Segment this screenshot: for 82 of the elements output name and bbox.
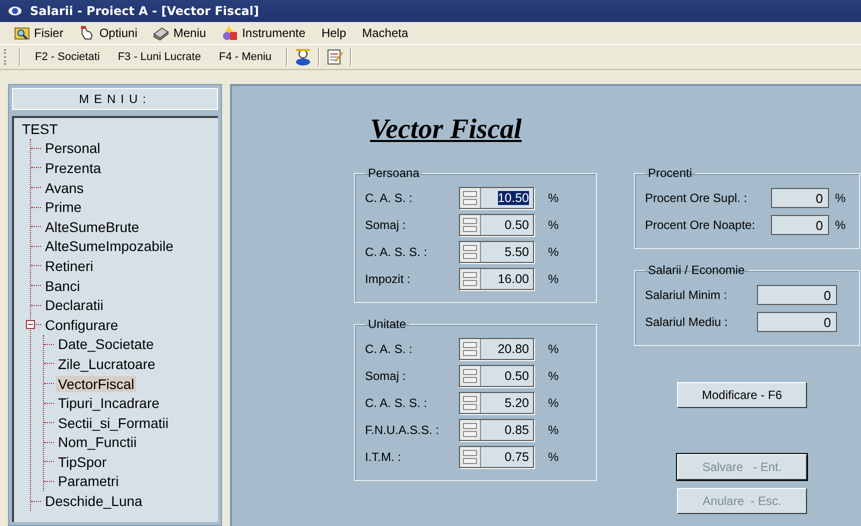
tree-item[interactable]: Declaratii bbox=[43, 297, 106, 314]
spin-field[interactable]: 16.00 bbox=[459, 268, 534, 290]
field-label: C. A. S. S. : bbox=[365, 396, 428, 410]
spin-field[interactable]: 5.50 bbox=[459, 240, 534, 262]
field-label: C. A. S. : bbox=[365, 190, 414, 204]
field-label: Somaj : bbox=[365, 218, 407, 232]
tree-item[interactable]: Zile_Lucratoare bbox=[56, 356, 158, 372]
toolbar-button[interactable]: F3 - Luni Lucrate bbox=[110, 49, 209, 65]
group-title: Persoana bbox=[367, 166, 420, 180]
unit-label: % bbox=[548, 342, 559, 356]
book-icon bbox=[153, 25, 170, 41]
tree-item[interactable]: Deschide_Luna bbox=[43, 493, 144, 510]
unit-label: % bbox=[835, 190, 846, 204]
field-label: C. A. S. : bbox=[365, 342, 414, 356]
tree-item[interactable]: Banci bbox=[43, 278, 82, 294]
tree-item[interactable]: Date_Societate bbox=[56, 336, 156, 352]
group-title: Procenti bbox=[647, 166, 694, 180]
unit-label: % bbox=[548, 450, 559, 464]
field-label: Impozit : bbox=[365, 272, 412, 286]
action-button[interactable]: Modificare - F6 bbox=[677, 382, 807, 408]
folder-magnifier-icon bbox=[14, 25, 30, 41]
spin-field[interactable]: 0.75 bbox=[459, 446, 534, 468]
tree-item[interactable]: TipSpor bbox=[56, 454, 109, 470]
unit-label: % bbox=[548, 190, 559, 204]
shapes-icon bbox=[222, 25, 238, 41]
tree-item[interactable]: Nom_Functii bbox=[56, 434, 139, 450]
tree-item[interactable]: Tipuri_Incadrare bbox=[56, 395, 162, 412]
field-label: Procent Ore Noapte: bbox=[645, 218, 756, 232]
spin-field[interactable]: 5.20 bbox=[459, 392, 534, 414]
sidebar-title: MENIU: bbox=[12, 88, 218, 110]
tree-root[interactable]: TEST bbox=[20, 120, 60, 137]
field-label: Salariul Mediu : bbox=[645, 314, 729, 328]
field-label: Salariul Minim : bbox=[645, 288, 728, 302]
unit-label: % bbox=[548, 218, 559, 232]
field-label: Somaj : bbox=[365, 368, 407, 382]
group-title: Salarii / Economie bbox=[647, 263, 746, 277]
spin-field[interactable]: 0.50 bbox=[459, 214, 534, 236]
tree-item[interactable]: Personal bbox=[43, 140, 102, 156]
field-label: F.N.U.A.S.S. : bbox=[365, 422, 440, 436]
tree-item[interactable]: Retineri bbox=[43, 258, 96, 274]
hand-icon bbox=[79, 25, 96, 41]
tree-item[interactable]: Sectii_si_Formatii bbox=[56, 414, 170, 431]
spin-field[interactable]: 10.50 bbox=[459, 186, 534, 208]
eye-icon bbox=[8, 4, 22, 18]
input-field[interactable]: 0 bbox=[771, 214, 829, 234]
person-icon[interactable] bbox=[294, 48, 312, 66]
spin-field[interactable]: 0.85 bbox=[459, 418, 534, 440]
group-title: Unitate bbox=[367, 317, 408, 331]
menu-item[interactable]: Meniu bbox=[149, 23, 214, 43]
menu-item[interactable]: Fisier bbox=[10, 23, 72, 43]
spin-field[interactable]: 0.50 bbox=[459, 364, 534, 386]
unit-label: % bbox=[835, 218, 846, 232]
unit-label: % bbox=[548, 422, 559, 436]
spin-field[interactable]: 20.80 bbox=[459, 338, 534, 360]
tree-item[interactable]: AlteSumeImpozabile bbox=[43, 238, 176, 254]
tree-item[interactable]: Configurare bbox=[43, 316, 120, 333]
notepad-icon[interactable] bbox=[326, 48, 344, 66]
toolbar-button[interactable]: F2 - Societati bbox=[27, 49, 108, 65]
tree-item[interactable]: Avans bbox=[43, 180, 86, 196]
menu-item[interactable]: Macheta bbox=[358, 24, 416, 42]
tree-item[interactable]: Parametri bbox=[56, 473, 121, 490]
field-label: Procent Ore Supl. : bbox=[645, 190, 748, 204]
input-field[interactable]: 0 bbox=[757, 284, 837, 304]
input-field[interactable]: 0 bbox=[771, 188, 829, 208]
field-label: C. A. S. S. : bbox=[365, 244, 428, 258]
form-title: Vector Fiscal bbox=[370, 114, 522, 146]
unit-label: % bbox=[548, 244, 559, 258]
menu-item[interactable]: Instrumente bbox=[218, 23, 314, 43]
field-label: I.T.M. : bbox=[365, 450, 402, 464]
input-field[interactable]: 0 bbox=[757, 312, 837, 332]
tree-item[interactable]: VectorFiscal bbox=[56, 376, 136, 392]
menu-item[interactable]: Help bbox=[317, 24, 354, 42]
toolbar-button[interactable]: F4 - Meniu bbox=[210, 49, 280, 65]
tree-item[interactable]: Prezenta bbox=[43, 160, 104, 176]
menu-item[interactable]: Optiuni bbox=[75, 23, 146, 43]
unit-label: % bbox=[548, 272, 559, 286]
collapse-icon[interactable] bbox=[26, 320, 35, 330]
window-title: Salarii - Proiect A - [Vector Fiscal] bbox=[30, 4, 259, 18]
tree-item[interactable]: Prime bbox=[43, 199, 84, 216]
unit-label: % bbox=[548, 368, 559, 382]
unit-label: % bbox=[548, 396, 559, 410]
tree-item[interactable]: AlteSumeBrute bbox=[43, 218, 142, 235]
